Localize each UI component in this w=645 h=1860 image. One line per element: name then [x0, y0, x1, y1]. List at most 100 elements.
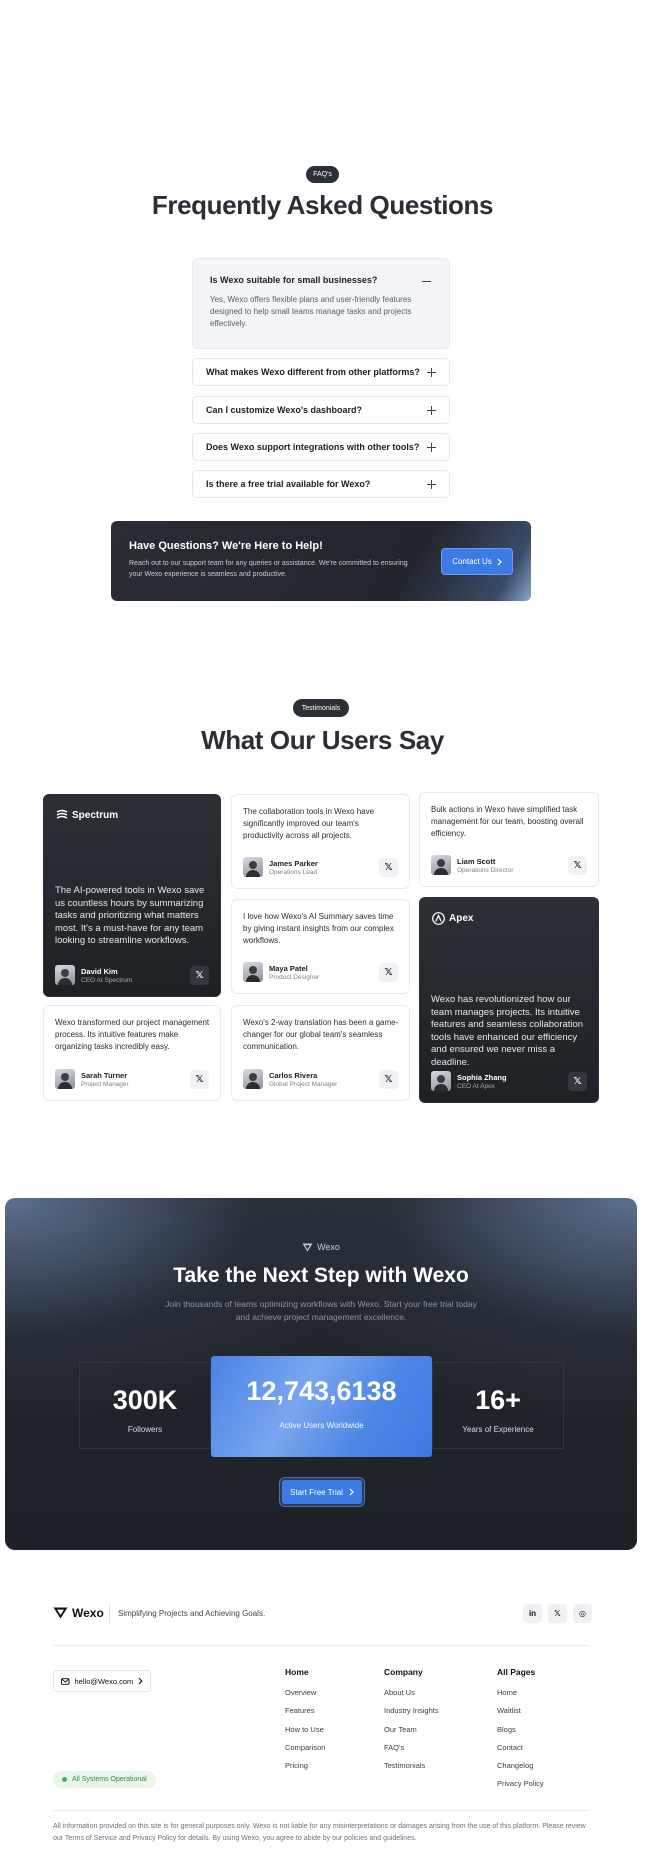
footer-link[interactable]: Features — [285, 1706, 325, 1715]
testimonial-quote: The AI-powered tools in Wexo save us cou… — [55, 885, 205, 946]
company-name: Spectrum — [72, 809, 119, 821]
author-name: Carlos Rivera — [269, 1070, 318, 1080]
footer-column-heading: Company — [384, 1667, 423, 1677]
plus-icon[interactable] — [427, 405, 436, 415]
author-name: Liam Scott — [457, 856, 496, 866]
faq-item-open[interactable]: Is Wexo suitable for small businesses? Y… — [192, 258, 450, 349]
stat-years: 16+ Years of Experience — [432, 1362, 564, 1449]
testimonial-author: Sarah Turner Project Manager — [55, 1069, 129, 1089]
faq-question: Does Wexo support integrations with othe… — [206, 442, 420, 452]
apex-logo-icon — [432, 912, 445, 925]
wexo-logo-icon — [53, 1607, 68, 1619]
status-text: All Systems Operational — [72, 1776, 147, 1783]
footer-link[interactable]: Changelog — [497, 1761, 544, 1770]
x-icon[interactable]: 𝕏 — [190, 1070, 209, 1089]
status-dot-icon — [62, 1777, 67, 1782]
author-name: James Parker — [269, 858, 318, 868]
legal-disclaimer: All information provided on this site is… — [53, 1823, 586, 1842]
author-role: Product Designer — [269, 973, 320, 981]
status-badge: All Systems Operational — [53, 1771, 156, 1788]
cta-section: Wexo Take the Next Step with Wexo Join t… — [5, 1198, 637, 1550]
faq-item[interactable]: Is there a free trial available for Wexo… — [192, 470, 450, 498]
testimonial-card: Spectrum The AI-powered tools in Wexo sa… — [43, 794, 221, 997]
faq-item[interactable]: What makes Wexo different from other pla… — [192, 358, 450, 386]
author-name: Maya Patel — [269, 963, 308, 973]
x-icon[interactable]: 𝕏 — [379, 1070, 398, 1089]
stat-value: 16+ — [475, 1385, 521, 1415]
help-subtitle: Reach out to our support team for any qu… — [129, 560, 408, 578]
plus-icon[interactable] — [427, 442, 436, 452]
footer-link[interactable]: Industry Insights — [384, 1706, 439, 1715]
testimonial-card: Apex Wexo has revolutionized how our tea… — [419, 897, 599, 1103]
faq-item[interactable]: Can I customize Wexo's dashboard? — [192, 396, 450, 424]
linkedin-icon[interactable]: in — [523, 1604, 542, 1623]
start-free-trial-label: Start Free Trial — [290, 1487, 343, 1497]
divider — [53, 1645, 589, 1646]
cta-title: Take the Next Step with Wexo — [173, 1264, 469, 1287]
spectrum-logo-icon — [56, 809, 68, 819]
footer-column-heading: Home — [285, 1667, 309, 1677]
testimonial-author: Carlos Rivera Global Project Manager — [243, 1069, 337, 1089]
wexo-logo-icon — [302, 1243, 313, 1251]
testimonial-quote: I love how Wexo's AI Summary saves time … — [243, 912, 394, 945]
footer-column-all-pages: All Pages Home Waitlist Blogs Contact Ch… — [497, 1667, 544, 1798]
avatar — [243, 1069, 263, 1089]
testimonial-card: Bulk actions in Wexo have simplified tas… — [419, 792, 599, 887]
faq-question: Can I customize Wexo's dashboard? — [206, 405, 363, 415]
x-icon[interactable]: 𝕏 — [379, 963, 398, 982]
footer-link[interactable]: Home — [497, 1688, 544, 1697]
footer-link[interactable]: Overview — [285, 1688, 325, 1697]
testimonial-author: Sophia Zhang CEO At Apex — [431, 1071, 507, 1091]
avatar — [243, 962, 263, 982]
contact-us-button[interactable]: Contact Us — [441, 548, 513, 575]
footer-link[interactable]: FAQ's — [384, 1743, 439, 1752]
x-icon[interactable]: 𝕏 — [190, 966, 209, 985]
footer-link[interactable]: Testimonials — [384, 1761, 439, 1770]
footer-link[interactable]: Waitlist — [497, 1706, 544, 1715]
cta-logo-text: Wexo — [317, 1242, 340, 1252]
author-role: Operations Director — [457, 866, 514, 874]
footer-link[interactable]: Pricing — [285, 1761, 325, 1770]
testimonial-card: I love how Wexo's AI Summary saves time … — [231, 899, 410, 994]
chevron-right-icon — [497, 558, 502, 565]
help-banner: Have Questions? We're Here to Help! Reac… — [111, 521, 531, 601]
email-link[interactable]: hello@Wexo.com — [53, 1670, 151, 1692]
author-name: Sarah Turner — [81, 1070, 128, 1080]
plus-icon[interactable] — [427, 367, 436, 377]
footer-link[interactable]: Blogs — [497, 1725, 544, 1734]
footer-link[interactable]: Comparison — [285, 1743, 325, 1752]
x-icon[interactable]: 𝕏 — [568, 856, 587, 875]
testimonial-author: James Parker Operations Lead — [243, 857, 318, 877]
x-icon[interactable]: 𝕏 — [548, 1604, 567, 1623]
testimonials-badge: Testimonials — [293, 699, 349, 717]
x-icon[interactable]: 𝕏 — [379, 858, 398, 877]
instagram-icon[interactable]: ◎ — [573, 1604, 592, 1623]
footer-column-home: Home Overview Features How to Use Compar… — [285, 1667, 325, 1779]
start-free-trial-button[interactable]: Start Free Trial — [280, 1478, 364, 1506]
x-icon[interactable]: 𝕏 — [568, 1072, 587, 1091]
faq-question: What makes Wexo different from other pla… — [206, 367, 420, 377]
footer-link[interactable]: Privacy Policy — [497, 1779, 544, 1788]
faq-title: Frequently Asked Questions — [151, 190, 494, 220]
testimonial-quote: Wexo has revolutionized how our team man… — [431, 994, 584, 1068]
testimonials-title: What Our Users Say — [201, 725, 444, 755]
email-text: hello@Wexo.com — [74, 1676, 134, 1686]
footer-link[interactable]: Contact — [497, 1743, 544, 1752]
faq-item[interactable]: Does Wexo support integrations with othe… — [192, 433, 450, 461]
footer-logo[interactable]: Wexo — [53, 1606, 104, 1620]
footer-link[interactable]: Our Team — [384, 1725, 439, 1734]
divider — [53, 1810, 589, 1811]
footer-column-heading: All Pages — [497, 1667, 536, 1677]
author-role: CEO At Apex — [457, 1082, 495, 1090]
plus-icon[interactable] — [427, 479, 436, 489]
social-links: in 𝕏 ◎ — [523, 1604, 592, 1623]
footer-link[interactable]: About Us — [384, 1688, 439, 1697]
author-name: David Kim — [81, 966, 118, 976]
testimonial-quote: The collaboration tools in Wexo have sig… — [243, 807, 375, 840]
testimonial-author: Liam Scott Operations Director — [431, 855, 513, 875]
author-role: Global Project Manager — [269, 1080, 338, 1088]
avatar — [431, 1071, 451, 1091]
author-name: Sophia Zhang — [457, 1072, 507, 1082]
footer-link[interactable]: How to Use — [285, 1725, 325, 1734]
minus-icon[interactable] — [422, 281, 431, 283]
